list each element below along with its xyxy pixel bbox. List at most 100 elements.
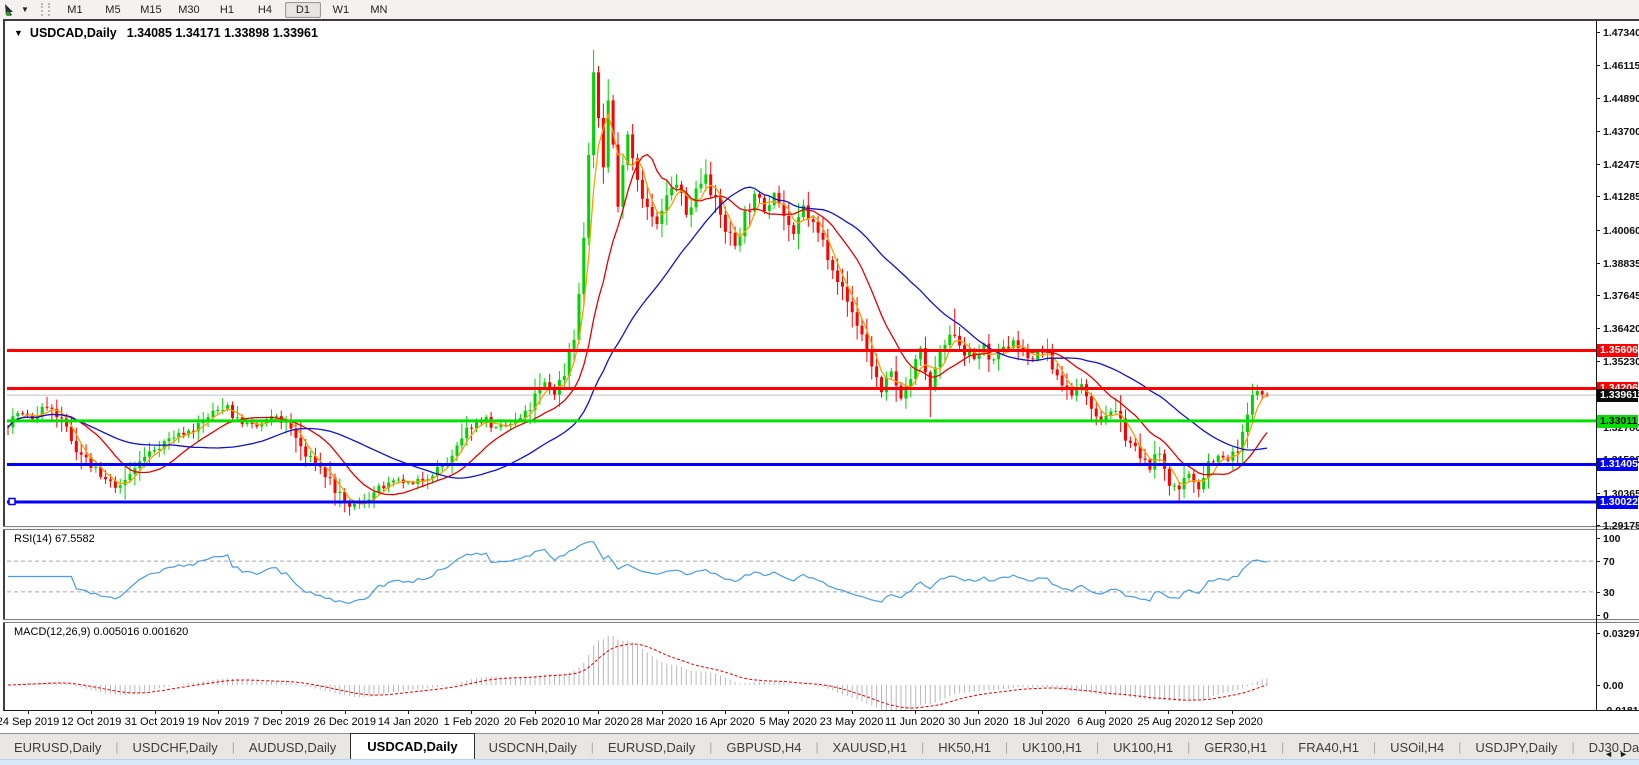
collapse-triangle-icon[interactable]: ▼: [14, 28, 23, 38]
chart-window: ▼ USDCAD,Daily 1.34085 1.34171 1.33898 1.3…: [0, 19, 1639, 734]
macd-panel-canvas[interactable]: [7, 623, 1596, 710]
chart-title: ▼ USDCAD,Daily 1.34085 1.34171 1.33898 1.3…: [14, 26, 318, 40]
symbol-tab-eurusd-daily[interactable]: EURUSD,Daily: [594, 735, 709, 760]
rsi-tick-mark: [1596, 615, 1600, 616]
date-tick-mark: [724, 711, 726, 714]
date-tick-mark: [978, 711, 980, 714]
date-tick-label: 25 Aug 2020: [1137, 716, 1200, 728]
price-tick-mark: [1596, 262, 1600, 264]
timeframe-button-d1[interactable]: D1: [284, 1, 321, 18]
date-tick-label: 11 Jun 2020: [885, 716, 945, 728]
symbol-tab-xauusd-h1[interactable]: XAUUSD,H1: [819, 735, 921, 760]
timeframe-button-m30[interactable]: M30: [171, 2, 207, 18]
symbol-tab-usdjpy-daily[interactable]: USDJPY,Daily: [1461, 735, 1571, 760]
date-tick-mark: [281, 711, 283, 714]
price-tick-label: 1.43700: [1603, 125, 1639, 138]
date-tick-label: 5 May 2020: [759, 716, 817, 728]
price-tick-mark: [1596, 295, 1600, 297]
rsi-panel-canvas[interactable]: [7, 530, 1596, 619]
rsi-tick-label: 100: [1603, 533, 1621, 545]
symbol-tab-usoil-h4[interactable]: USOil,H4: [1376, 735, 1458, 760]
symbol-tab-gbpusd-h4[interactable]: GBPUSD,H4: [712, 735, 815, 760]
symbol-tab-uk100-h1[interactable]: UK100,H1: [1099, 735, 1187, 760]
date-tick-label: 30 Jun 2020: [947, 716, 1009, 728]
timeframe-button-h4[interactable]: H4: [247, 2, 283, 18]
main-chart-canvas[interactable]: [7, 20, 1596, 526]
price-tick-mark: [1596, 360, 1600, 362]
timeframe-button-m5[interactable]: M5: [95, 2, 131, 18]
date-tick-mark: [471, 711, 473, 714]
dropdown-arrow-icon[interactable]: ▼: [21, 5, 29, 14]
macd-tick-mark: [1596, 633, 1600, 634]
date-tick-label: 1 Feb 2020: [443, 716, 500, 728]
date-tick-mark: [91, 711, 93, 714]
symbol-tab-usdchf-daily[interactable]: USDCHF,Daily: [119, 735, 232, 760]
timeframe-toolbar: M1 M5 M15 M30 H1 H4 D1 W1 MN: [56, 1, 398, 18]
timeframe-button-mn[interactable]: MN: [361, 2, 397, 18]
rsi-tick-mark: [1596, 591, 1600, 593]
price-axis[interactable]: 1.47340 1.46115 1.44890 1.43700 1.42475 1.412…: [1596, 19, 1639, 733]
cursor-draw-icon: [5, 4, 13, 16]
symbol-tab-usdcnh-daily[interactable]: USDCNH,Daily: [475, 735, 591, 760]
symbol-tab-fra40-h1[interactable]: FRA40,H1: [1284, 735, 1373, 760]
date-tick-mark: [788, 711, 790, 714]
timeframe-button-h1[interactable]: H1: [209, 2, 245, 18]
hline-price-badge: 1.35606: [1597, 344, 1638, 358]
date-tick-mark: [1231, 711, 1233, 714]
date-tick-label: 19 Nov 2019: [186, 716, 250, 728]
date-tick-label: 7 Dec 2019: [253, 716, 310, 728]
cursor-tool-button[interactable]: ▼: [0, 0, 33, 19]
rsi-tick-mark: [1596, 561, 1600, 563]
date-tick-label: 18 Jul 2020: [1013, 716, 1071, 728]
rsi-tick-label: 0: [1603, 610, 1609, 622]
price-tick-mark: [1596, 164, 1600, 166]
symbol-tab-ger30-h1[interactable]: GER30,H1: [1190, 735, 1281, 760]
timeframe-button-m15[interactable]: M15: [133, 2, 169, 18]
timeframe-button-w1[interactable]: W1: [323, 2, 359, 18]
price-tick-mark: [1596, 328, 1600, 330]
timeframe-button-m1[interactable]: M1: [57, 2, 93, 18]
top-toolbar: ▼ M1 M5 M15 M30 H1 H4 D1 W1 MN: [0, 0, 1639, 20]
macd-tick-label: 0.032972: [1603, 628, 1639, 640]
rsi-label: RSI(14) 67.5582: [14, 533, 95, 545]
date-tick-label: 26 Dec 2019: [313, 716, 376, 728]
date-tick-label: 23 May 2020: [819, 716, 884, 728]
date-tick-mark: [851, 711, 853, 714]
tab-scroll-left-icon[interactable]: ◄: [1604, 749, 1619, 759]
date-tick-mark: [1104, 711, 1106, 714]
macd-tick-label: 0.00: [1603, 680, 1624, 692]
tab-scroll-right-icon[interactable]: ►: [1619, 749, 1634, 759]
price-tick-label: 1.38835: [1603, 257, 1639, 270]
hline-price-badge: 1.31405: [1597, 458, 1638, 472]
symbol-tab-uk100-h1[interactable]: UK100,H1: [1008, 735, 1096, 760]
price-tick-mark: [1596, 32, 1600, 33]
trading-terminal: ▼ M1 M5 M15 M30 H1 H4 D1 W1 MN ▼ USDCAD,Daily 1.34…: [0, 0, 1639, 765]
symbol-tab-usdcad-daily[interactable]: USDCAD,Daily: [350, 733, 475, 760]
date-tick-mark: [1168, 711, 1170, 714]
date-tick-label: 16 Apr 2020: [695, 716, 755, 728]
hline-price-badge: 1.33011: [1597, 414, 1638, 428]
rsi-tick-label: 70: [1603, 556, 1615, 569]
date-tick-label: 6 Aug 2020: [1077, 716, 1133, 728]
symbol-tab-audusd-daily[interactable]: AUDUSD,Daily: [235, 735, 350, 760]
price-tick-mark: [1596, 525, 1600, 526]
date-tick-label: 10 Mar 2020: [567, 716, 630, 728]
symbol-period-label: USDCAD,Daily: [29, 26, 117, 40]
price-tick-mark: [1596, 492, 1600, 494]
date-tick-label: 28 Mar 2020: [630, 716, 693, 728]
symbol-tab-hk50-h1[interactable]: HK50,H1: [924, 735, 1005, 760]
current-price-badge: 1.33961: [1597, 389, 1638, 403]
rsi-tick-label: 30: [1603, 586, 1615, 599]
time-axis[interactable]: 24 Sep 2019 12 Oct 2019 31 Oct 2019 19 Nov …: [0, 710, 1639, 734]
symbol-tab-strip: EURUSD,Daily | USDCHF,Daily | AUDUSD,Daily US…: [0, 733, 1639, 760]
date-tick-label: 12 Oct 2019: [61, 716, 122, 728]
price-tick-label: 1.36420: [1603, 323, 1639, 336]
macd-label: MACD(12,26,9) 0.005016 0.001620: [14, 626, 189, 638]
macd-tick-mark: [1596, 685, 1600, 686]
date-tick-mark: [408, 711, 410, 714]
date-tick-mark: [914, 711, 916, 714]
date-tick-mark: [218, 711, 220, 714]
hline-price-badge: 1.30022: [1597, 496, 1638, 509]
date-tick-mark: [154, 711, 156, 714]
symbol-tab-eurusd-daily[interactable]: EURUSD,Daily: [0, 735, 115, 760]
